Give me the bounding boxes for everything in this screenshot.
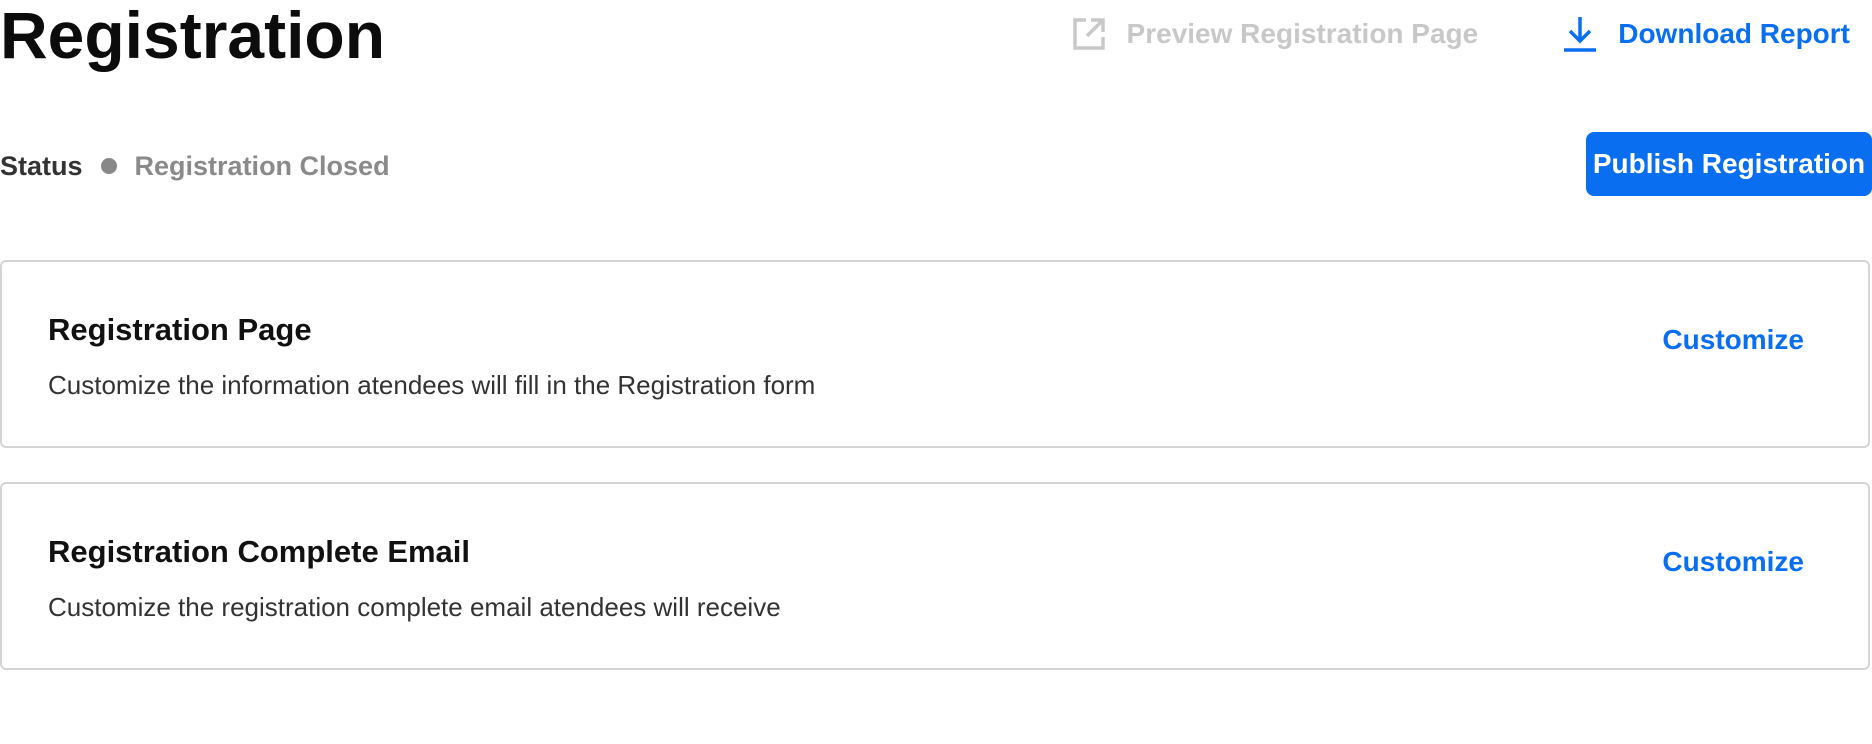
page-title: Registration — [0, 0, 386, 72]
registration-page-card: Registration Page Customize the informat… — [0, 260, 1870, 448]
download-report-label: Download Report — [1618, 18, 1850, 49]
preview-registration-label: Preview Registration Page — [1126, 18, 1479, 49]
card-description: Customize the information atendees will … — [48, 370, 816, 400]
download-icon — [1560, 14, 1600, 54]
preview-registration-link[interactable]: Preview Registration Page — [1069, 14, 1479, 54]
card-title: Registration Page — [48, 312, 312, 347]
external-link-icon — [1069, 14, 1109, 54]
registration-email-card: Registration Complete Email Customize th… — [0, 482, 1870, 670]
card-title: Registration Complete Email — [48, 534, 471, 569]
status-row: Status Registration Closed — [0, 146, 390, 186]
customize-registration-page-link[interactable]: Customize — [1662, 324, 1804, 356]
status-value: Registration Closed — [134, 150, 390, 181]
publish-registration-button[interactable]: Publish Registration — [1586, 132, 1872, 196]
card-description: Customize the registration complete emai… — [48, 592, 781, 622]
download-report-link[interactable]: Download Report — [1560, 14, 1850, 54]
header-actions: Preview Registration Page Download Repor… — [1069, 14, 1850, 54]
customize-registration-email-link[interactable]: Customize — [1662, 546, 1804, 578]
status-dot — [100, 158, 117, 174]
status-label: Status — [0, 150, 83, 181]
